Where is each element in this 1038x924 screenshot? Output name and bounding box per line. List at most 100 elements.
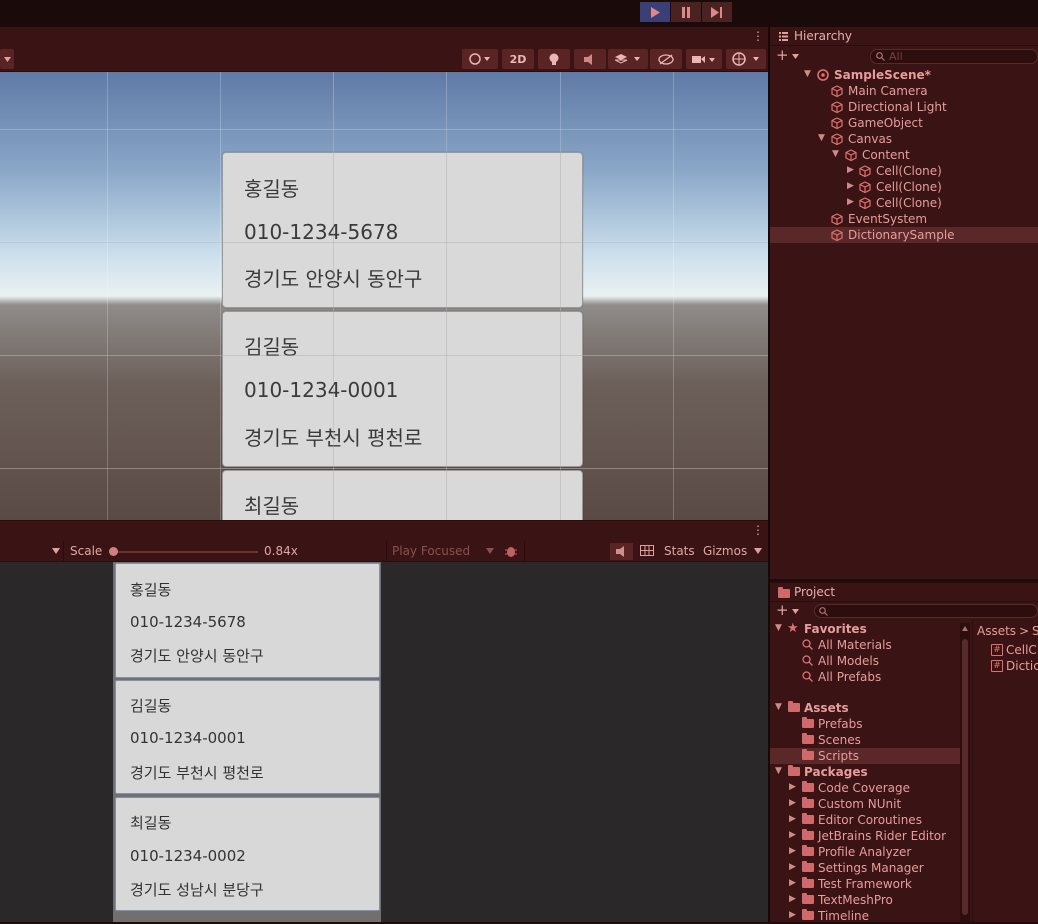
more-options-icon[interactable]: ⋮ — [752, 524, 764, 536]
hierarchy-item-eventsystem[interactable]: EventSystem — [770, 211, 1038, 227]
scene-view[interactable]: 홍길동 010-1234-5678 경기도 안양시 동안구 김길동 010-12… — [0, 72, 768, 520]
hierarchy-item-cell-clone[interactable]: ▶ Cell(Clone) — [770, 163, 1038, 179]
package-folder[interactable]: ▶ Code Coverage — [770, 780, 960, 796]
collapse-arrow-icon[interactable]: ▶ — [789, 798, 796, 808]
favorites-header[interactable]: ▼ ★ Favorites — [770, 621, 960, 637]
favorite-item[interactable]: All Materials — [770, 637, 960, 653]
more-options-icon[interactable]: ⋮ — [752, 30, 764, 42]
project-search-input[interactable] — [814, 604, 1038, 618]
collapse-arrow-icon[interactable]: ▶ — [847, 197, 854, 207]
assets-header[interactable]: ▼ Assets — [770, 700, 960, 716]
collapse-arrow-icon[interactable]: ▶ — [847, 165, 854, 175]
script-file[interactable]: CellC — [1006, 643, 1037, 657]
chevron-down-icon[interactable] — [52, 548, 60, 554]
hierarchy-item-directional-light[interactable]: Directional Light — [770, 99, 1038, 115]
package-folder[interactable]: ▶ Test Framework — [770, 876, 960, 892]
package-folder[interactable]: ▶ Settings Manager — [770, 860, 960, 876]
expand-arrow-icon[interactable]: ▼ — [775, 623, 782, 633]
step-button[interactable] — [702, 2, 733, 22]
bug-icon[interactable] — [504, 544, 518, 558]
package-folder[interactable]: ▶ Profile Analyzer — [770, 844, 960, 860]
hierarchy-item-cell-clone[interactable]: ▶ Cell(Clone) — [770, 179, 1038, 195]
gizmos-button[interactable]: Gizmos — [703, 544, 747, 558]
package-folder[interactable]: ▶ TextMeshPro — [770, 892, 960, 908]
scene-visibility-button[interactable] — [650, 49, 682, 69]
hierarchy-item-content[interactable]: ▼ Content — [770, 147, 1038, 163]
hierarchy-search-input[interactable]: All — [870, 49, 1038, 64]
chevron-down-icon[interactable] — [792, 609, 799, 614]
folder-icon — [802, 781, 814, 792]
breadcrumb-scripts[interactable]: S — [1032, 624, 1038, 638]
favorite-item[interactable]: All Prefabs — [770, 669, 960, 685]
collapse-arrow-icon[interactable]: ▶ — [847, 181, 854, 191]
scene-cell-card[interactable]: 홍길동 010-1234-5678 경기도 안양시 동안구 — [222, 152, 583, 308]
breadcrumb-assets[interactable]: Assets — [977, 624, 1016, 638]
package-folder[interactable]: ▶ JetBrains Rider Editor — [770, 828, 960, 844]
hierarchy-item-gameobject[interactable]: GameObject — [770, 115, 1038, 131]
chevron-down-icon[interactable] — [792, 54, 799, 59]
collapse-arrow-icon[interactable]: ▶ — [789, 894, 796, 904]
mute-audio-button[interactable] — [610, 543, 633, 560]
scrollbar-thumb[interactable] — [962, 639, 968, 915]
hierarchy-item-canvas[interactable]: ▼ Canvas — [770, 131, 1038, 147]
collapse-arrow-icon[interactable]: ▶ — [789, 878, 796, 888]
play-button[interactable] — [640, 2, 671, 22]
scene-dropdown-button[interactable] — [0, 49, 14, 69]
collapse-arrow-icon[interactable]: ▶ — [789, 862, 796, 872]
folder-icon — [802, 877, 814, 888]
chevron-down-icon[interactable] — [754, 548, 762, 554]
collapse-arrow-icon[interactable]: ▶ — [789, 846, 796, 856]
add-icon[interactable]: + — [776, 603, 789, 618]
add-icon[interactable]: + — [776, 48, 789, 63]
game-cell-card[interactable]: 최길동 010-1234-0002 경기도 성남시 분당구 — [115, 797, 380, 911]
game-cell-card[interactable]: 김길동 010-1234-0001 경기도 부천시 평천로 — [115, 680, 380, 794]
hierarchy-item-cell-clone[interactable]: ▶ Cell(Clone) — [770, 195, 1038, 211]
expand-arrow-icon[interactable]: ▼ — [804, 69, 811, 79]
folder-label: TextMeshPro — [818, 893, 893, 907]
collapse-arrow-icon[interactable]: ▶ — [789, 782, 796, 792]
panel-divider[interactable] — [768, 27, 770, 922]
pause-button[interactable] — [671, 2, 702, 22]
grid-icon[interactable] — [640, 545, 654, 556]
packages-header[interactable]: ▼ Packages — [770, 764, 960, 780]
chevron-down-icon[interactable] — [486, 548, 494, 554]
project-tab[interactable]: Project — [770, 583, 1038, 602]
shading-mode-button[interactable] — [462, 49, 498, 69]
camera-button[interactable] — [686, 49, 722, 69]
packages-label: Packages — [804, 765, 868, 779]
hierarchy-tab[interactable]: Hierarchy — [770, 27, 1038, 46]
hierarchy-item-dictionarysample[interactable]: DictionarySample — [770, 227, 1038, 243]
stats-button[interactable]: Stats — [664, 544, 695, 558]
project-tree-scrollbar[interactable] — [960, 623, 970, 923]
effects-button[interactable] — [608, 49, 648, 69]
package-folder[interactable]: ▶ Editor Coroutines — [770, 812, 960, 828]
expand-arrow-icon[interactable]: ▼ — [775, 766, 782, 776]
game-view[interactable]: 홍길동 010-1234-5678 경기도 안양시 동안구 김길동 010-12… — [0, 562, 768, 922]
expand-arrow-icon[interactable]: ▼ — [775, 702, 782, 712]
asset-folder[interactable]: Prefabs — [770, 716, 960, 732]
favorite-item[interactable]: All Models — [770, 653, 960, 669]
audio-toggle-button[interactable] — [574, 49, 606, 69]
2d-toggle-button[interactable]: 2D — [502, 49, 534, 69]
collapse-arrow-icon[interactable]: ▶ — [789, 830, 796, 840]
package-folder[interactable]: ▶ Custom NUnit — [770, 796, 960, 812]
hierarchy-item-main-camera[interactable]: Main Camera — [770, 83, 1038, 99]
asset-folder[interactable]: Scenes — [770, 732, 960, 748]
scale-slider-handle[interactable] — [109, 547, 118, 556]
expand-arrow-icon[interactable]: ▼ — [818, 133, 825, 143]
collapse-arrow-icon[interactable]: ▶ — [789, 910, 796, 920]
folder-label: Profile Analyzer — [818, 845, 912, 859]
scale-slider-track[interactable] — [113, 551, 258, 553]
script-file[interactable]: Dictic — [1006, 659, 1038, 673]
scene-cell-card[interactable]: 김길동 010-1234-0001 경기도 부천시 평천로 — [222, 311, 583, 467]
play-focused-dropdown[interactable]: Play Focused — [392, 544, 470, 558]
hierarchy-item-samplescene[interactable]: ▼ SampleScene* — [770, 67, 1038, 83]
gizmos-button[interactable] — [726, 49, 766, 69]
scroll-up-icon[interactable] — [962, 626, 968, 631]
scene-cell-card[interactable]: 최길동 — [222, 470, 583, 520]
expand-arrow-icon[interactable]: ▼ — [832, 149, 839, 159]
asset-folder[interactable]: Scripts — [770, 748, 960, 764]
collapse-arrow-icon[interactable]: ▶ — [789, 814, 796, 824]
game-cell-card[interactable]: 홍길동 010-1234-5678 경기도 안양시 동안구 — [115, 563, 380, 678]
lighting-toggle-button[interactable] — [538, 49, 570, 69]
